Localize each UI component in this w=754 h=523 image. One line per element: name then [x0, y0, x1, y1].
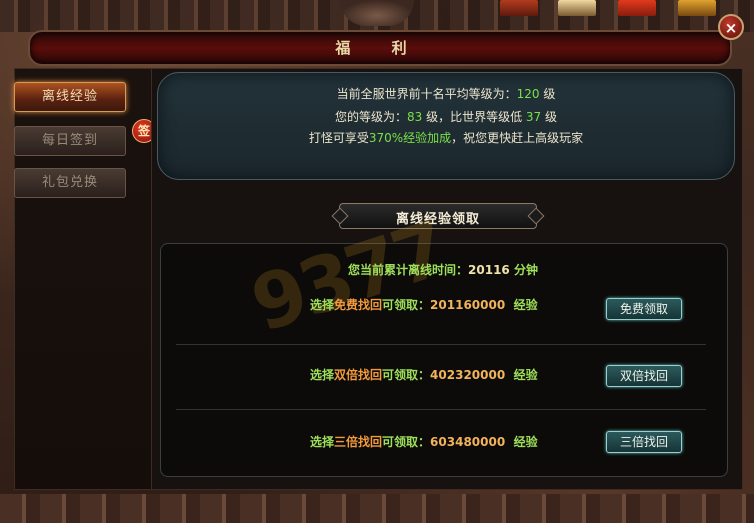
exp-bonus-line: 打怪可享受370%经验加成，祝您更快赶上高级玩家 [158, 129, 734, 146]
gold-icon[interactable] [678, 0, 716, 16]
shop-icon[interactable] [558, 0, 596, 16]
exp-bonus-suffix: ，祝您更快赶上高级玩家 [451, 131, 584, 145]
title-bar: 福 利 [28, 30, 732, 66]
level-info-panel: 当前全服世界前十名平均等级为：120 级 您的等级为：83 级，比世界等级低 3… [157, 72, 735, 180]
free-claim-button[interactable]: 免费领取 [606, 298, 682, 320]
window-title: 福 利 [335, 39, 425, 57]
option-mid: 可领取： [382, 368, 431, 382]
option-name: 双倍找回 [334, 368, 383, 382]
offline-time-prefix: 您当前累计离线时间： [348, 263, 469, 277]
sidebar-item-offline-exp[interactable]: 离线经验 [14, 82, 126, 112]
level-gap: 37 [525, 110, 542, 124]
my-level-mid: 级，比世界等级低 [426, 110, 523, 124]
close-button[interactable]: × [718, 14, 744, 40]
option-triple-text: 选择三倍找回可领取：603480000 经验 [310, 433, 538, 450]
server-level-line: 当前全服世界前十名平均等级为：120 级 [158, 85, 734, 102]
frame-bottom-ornament [0, 494, 754, 523]
option-name: 免费找回 [334, 298, 383, 312]
gift-icon[interactable] [618, 0, 656, 16]
option-prefix: 选择 [310, 298, 335, 312]
option-free-text: 选择免费找回可领取：201160000 经验 [310, 296, 538, 313]
server-level-prefix: 当前全服世界前十名平均等级为： [336, 87, 517, 101]
option-double-text: 选择双倍找回可领取：402320000 经验 [310, 366, 538, 383]
game-top-icons [500, 0, 716, 18]
my-level: 83 [406, 110, 423, 124]
triple-recover-button[interactable]: 三倍找回 [606, 431, 682, 453]
sidebar-item-daily-signin[interactable]: 每日签到 [14, 126, 126, 156]
offline-time-line: 您当前累计离线时间：20116 分钟 [160, 261, 726, 278]
offline-unit: 分钟 [513, 263, 538, 277]
server-avg-level: 120 [516, 87, 540, 101]
exp-bonus-prefix: 打怪可享受 [308, 131, 369, 145]
offline-minutes: 20116 [468, 263, 510, 277]
option-prefix: 选择 [310, 435, 335, 449]
my-level-line: 您的等级为：83 级，比世界等级低 37 级 [158, 108, 734, 125]
double-recover-button[interactable]: 双倍找回 [606, 365, 682, 387]
activity-icon[interactable] [500, 0, 538, 16]
server-level-suffix: 级 [543, 87, 556, 101]
option-mid: 可领取： [382, 298, 431, 312]
option-name: 三倍找回 [334, 435, 383, 449]
option-amount: 402320000 [430, 368, 506, 382]
option-amount: 603480000 [430, 435, 506, 449]
exp-bonus: 370%经验加成 [368, 131, 452, 145]
option-amount: 201160000 [430, 298, 506, 312]
option-unit: 经验 [513, 298, 538, 312]
my-level-prefix: 您的等级为： [334, 110, 407, 124]
divider [176, 409, 706, 410]
option-unit: 经验 [513, 368, 538, 382]
option-mid: 可领取： [382, 435, 431, 449]
option-unit: 经验 [513, 435, 538, 449]
divider [176, 344, 706, 345]
my-level-suffix: 级 [545, 110, 558, 124]
option-prefix: 选择 [310, 368, 335, 382]
sidebar-item-gift-redeem[interactable]: 礼包兑换 [14, 168, 126, 198]
